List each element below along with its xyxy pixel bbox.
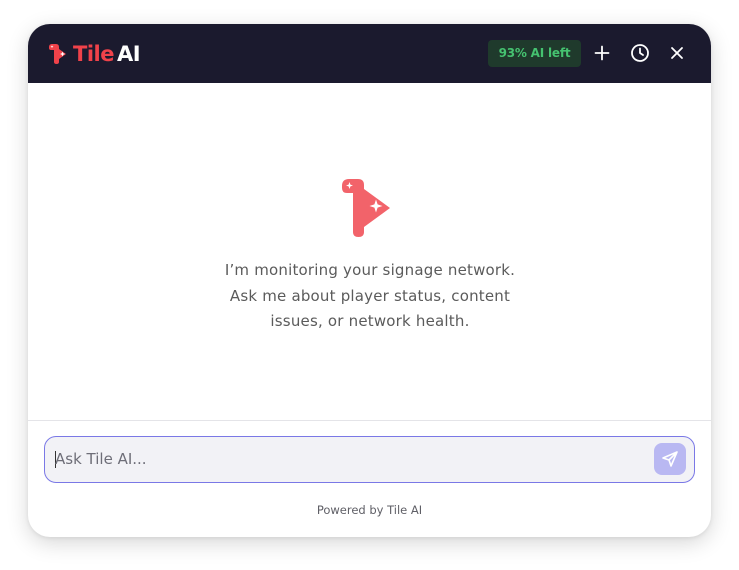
- brand: Tile AI: [47, 41, 141, 67]
- clock-icon: [631, 44, 649, 62]
- intro-line: issues, or network health.: [270, 312, 470, 330]
- send-button[interactable]: [654, 443, 686, 475]
- message-input[interactable]: [55, 437, 635, 481]
- brand-name-tile: Tile: [73, 42, 114, 66]
- close-button[interactable]: [665, 41, 689, 65]
- paper-plane-icon: [662, 451, 678, 467]
- brand-name: Tile AI: [73, 41, 141, 67]
- plus-icon: [594, 45, 610, 61]
- intro-message: I’m monitoring your signage network. Ask…: [170, 258, 570, 335]
- tile-ai-logo-icon: [49, 44, 66, 64]
- intro-line: Ask me about player status, content: [229, 286, 511, 305]
- new-chat-button[interactable]: [590, 41, 614, 65]
- history-button[interactable]: [628, 41, 652, 65]
- chat-header: Tile AI 93% AI left: [28, 24, 711, 83]
- intro-line: I’m monitoring your signage network.: [224, 261, 516, 279]
- close-icon: [671, 47, 683, 59]
- chat-widget: Tile AI 93% AI left I’m monitoring your …: [28, 24, 711, 537]
- tile-ai-sparkle-logo-icon: [342, 179, 390, 237]
- composer-divider: [28, 420, 711, 421]
- powered-by-note: Powered by Tile AI: [316, 503, 423, 517]
- message-composer: [44, 436, 695, 483]
- ai-usage-badge: 93% AI left: [488, 40, 581, 67]
- brand-name-ai: AI: [116, 42, 141, 66]
- chat-body: I’m monitoring your signage network. Ask…: [28, 83, 711, 420]
